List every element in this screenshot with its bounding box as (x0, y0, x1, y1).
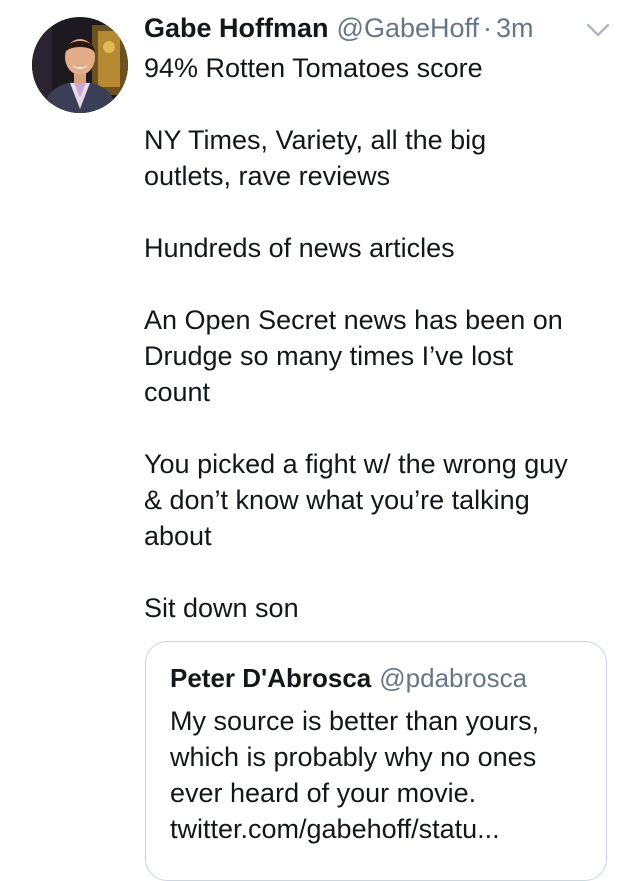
tweet-line: An Open Secret news has been on (144, 305, 563, 335)
tweet-line: about (144, 521, 212, 551)
quoted-tweet-text: My source is better than yours, which is… (170, 703, 590, 847)
chevron-down-icon[interactable] (585, 22, 611, 40)
quoted-line: ever heard of your movie. (170, 778, 477, 808)
quoted-author-handle: @pdabrosca (379, 663, 528, 693)
tweet: Gabe Hoffman @GabeHoff · 3m 94% Rotten Toma… (0, 0, 640, 881)
separator-dot: · (483, 13, 493, 43)
author-handle[interactable]: @GabeHoff (337, 13, 480, 43)
quoted-author-name: Peter D'Abrosca (170, 663, 372, 693)
tweet-line: NY Times, Variety, all the big (144, 125, 487, 155)
tweet-line: outlets, rave reviews (144, 161, 391, 191)
author-avatar[interactable] (32, 17, 128, 113)
tweet-line: You picked a fight w/ the wrong guy (144, 449, 568, 479)
tweet-line: count (144, 377, 211, 407)
quoted-line: which is probably why no ones (170, 742, 537, 772)
quoted-tweet-header: Peter D'Abrosca @pdabrosca (170, 660, 527, 696)
tweet-line: Hundreds of news articles (144, 233, 455, 263)
tweet-text: 94% Rotten Tomatoes score NY Times, Vari… (144, 50, 614, 626)
tweet-paragraph: You picked a fight w/ the wrong guy & do… (144, 446, 614, 554)
tweet-line: Sit down son (144, 593, 299, 623)
tweet-paragraph: Sit down son (144, 590, 614, 626)
tweet-line: & don’t know what you’re talking (144, 485, 530, 515)
tweet-header: Gabe Hoffman @GabeHoff · 3m (144, 8, 534, 48)
tweet-paragraph: NY Times, Variety, all the big outlets, … (144, 122, 614, 194)
tweet-paragraph: Hundreds of news articles (144, 230, 614, 266)
tweet-paragraph: 94% Rotten Tomatoes score (144, 50, 614, 86)
tweet-line: Drudge so many times I’ve lost (144, 341, 514, 371)
author-name[interactable]: Gabe Hoffman (144, 13, 329, 43)
quoted-line: My source is better than yours, (170, 706, 540, 736)
quoted-tweet-card[interactable]: Peter D'Abrosca @pdabrosca My source is b… (145, 641, 607, 881)
quoted-link[interactable]: twitter.com/gabehoff/statu... (170, 811, 590, 847)
tweet-paragraph: An Open Secret news has been on Drudge s… (144, 302, 614, 410)
tweet-timestamp[interactable]: 3m (496, 13, 534, 43)
tweet-line: 94% Rotten Tomatoes score (144, 53, 483, 83)
